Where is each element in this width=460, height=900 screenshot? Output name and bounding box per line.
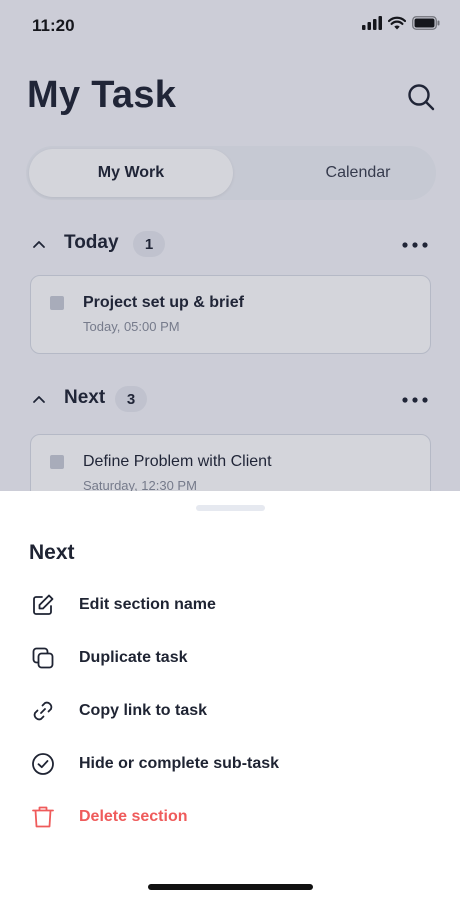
sheet-title: Next [29,541,75,564]
link-icon [33,701,53,721]
duplicate-icon [32,647,54,669]
hide-complete-subtask-item[interactable]: Hide or complete sub-task [0,742,460,786]
delete-section-item[interactable]: Delete section [0,795,460,839]
home-indicator [148,884,313,890]
sheet-grabber[interactable] [196,505,265,511]
menu-item-label: Edit section name [79,596,216,613]
edit-section-name-item[interactable]: Edit section name [0,583,460,627]
check-circle-icon [32,753,54,775]
menu-item-label: Delete section [79,808,188,825]
menu-item-label: Duplicate task [79,649,188,666]
dim-overlay[interactable] [0,0,460,491]
edit-icon [33,594,54,615]
menu-item-label: Hide or complete sub-task [79,755,280,772]
menu-item-label: Copy link to task [79,702,208,719]
duplicate-task-item[interactable]: Duplicate task [0,636,460,680]
trash-icon [32,806,54,828]
copy-link-item[interactable]: Copy link to task [0,689,460,733]
section-options-sheet: Next Edit section name Duplicate task Co… [0,491,460,900]
